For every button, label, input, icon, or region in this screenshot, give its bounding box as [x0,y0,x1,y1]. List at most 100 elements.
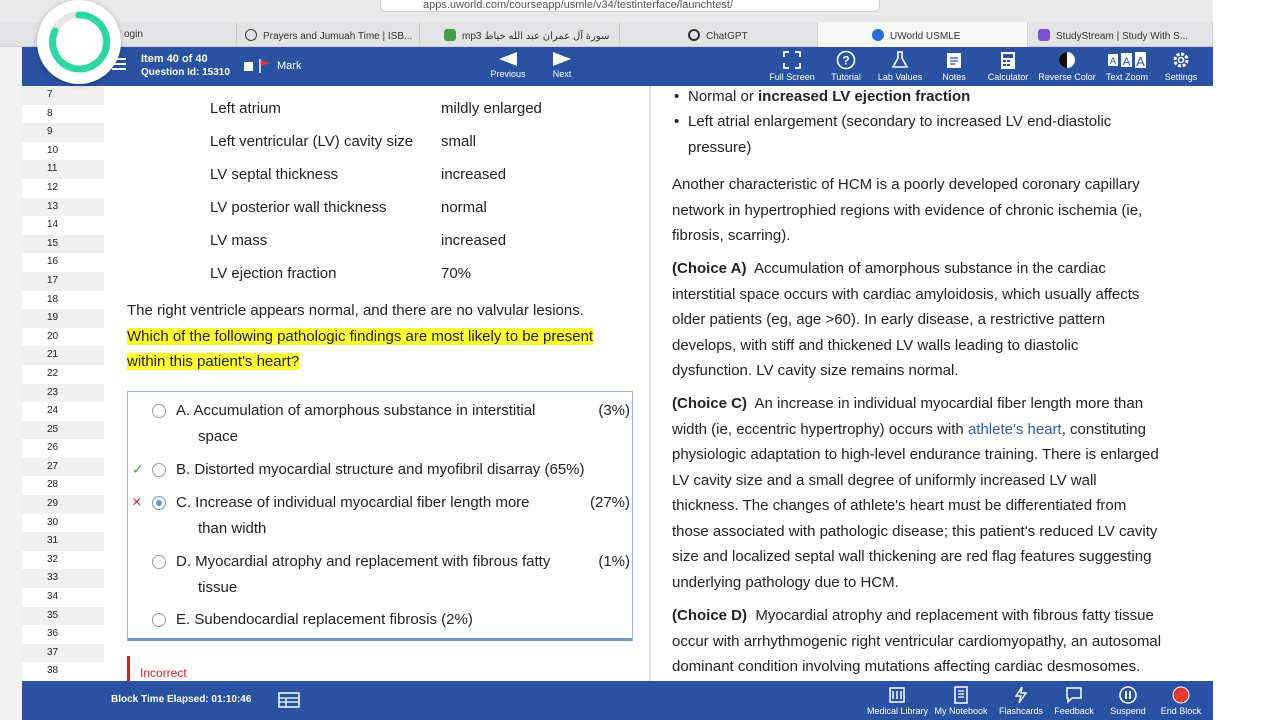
paragraph-line: Accumulation of amorphous substance in t… [753,260,1106,277]
medical-library-button[interactable]: Medical Library [867,686,929,716]
question-list-item[interactable]: 10 [22,142,104,161]
chatgpt-icon [688,29,700,41]
browser-tab[interactable]: Prayers and Jumuah Time | ISB... [237,22,420,47]
browser-tab[interactable]: mp3 سورة آل عمران عبد الله خياط [420,22,620,47]
bullet-text-bold: increased LV ejection fraction [758,88,971,105]
full-screen-button[interactable]: Full Screen [768,50,816,82]
notebook-icon [954,686,968,704]
paragraph-line: size and localized septal wall thickenin… [672,548,1152,565]
radio-button[interactable] [152,555,166,569]
question-list-item[interactable]: 15 [22,234,104,254]
question-list-item[interactable]: 26 [22,439,104,458]
radio-button[interactable] [152,613,166,627]
question-id: Question Id: 15310 [141,67,230,78]
question-list-item[interactable]: 16 [22,253,104,272]
next-button[interactable]: Next [548,51,576,79]
feedback-icon [1066,687,1082,704]
question-list-item[interactable]: 30 [22,514,104,533]
previous-button[interactable]: Previous [490,51,526,79]
question-list-item[interactable]: 11 [22,160,104,179]
bullet-text: Left atrial enlargement (secondary to in… [688,113,1112,130]
end-block-button[interactable]: End Block [1160,686,1202,716]
bullet-text: Normal or [688,88,759,105]
choice-percent: (1%) [598,553,630,570]
question-list-item[interactable]: 38 [22,662,104,681]
question-list-item[interactable]: 19 [22,309,104,328]
settings-button[interactable]: Settings [1163,50,1199,82]
lab-values-button[interactable]: Lab Values [876,50,924,82]
athletes-heart-link[interactable]: athlete's heart [968,421,1062,438]
my-notebook-button[interactable]: My Notebook [934,686,988,716]
arrow-left-icon [499,52,517,66]
question-list-item[interactable]: 28 [22,476,104,495]
question-list-item[interactable]: 23 [22,383,104,403]
question-list-item[interactable]: 29 [22,495,104,514]
svg-text:A: A [1110,56,1116,66]
paragraph-line: those associated with pathologic disease… [672,522,1158,540]
flashcards-button[interactable]: Flashcards [998,686,1044,716]
question-list-item[interactable]: 27 [22,457,104,477]
question-list-item[interactable]: 12 [22,179,104,198]
radio-button[interactable] [152,404,166,418]
echo-label: Left ventricular (LV) cavity size [210,133,414,150]
question-list-item[interactable]: 7 [22,86,104,105]
echo-label: LV septal thickness [210,166,339,183]
question-list-item[interactable]: 20 [22,328,104,347]
tab-label: ChatGPT [706,31,748,42]
question-list-item[interactable]: 25 [22,420,104,440]
item-info: Item 40 of 40 Question Id: 15310 [141,53,230,78]
paragraph-line: , constituting [1061,420,1146,438]
browser-toolbar: apps.uworld.com/courseapp/usmle/v34/test… [0,0,1280,22]
radio-button-selected[interactable] [152,496,166,510]
echo-value: small [441,133,477,150]
calculator-button[interactable]: Calculator [986,50,1030,82]
layout-icon[interactable] [278,692,300,708]
mark-button[interactable]: Mark [244,59,301,73]
explanation-bullet: Normal or increased LV ejection fraction [674,86,1188,110]
choice-line: Increase of individual myocardial fiber … [195,494,530,511]
question-list-item[interactable]: 33 [22,569,104,589]
paragraph-line: occur with arrhythmogenic right ventricu… [672,632,1162,650]
choice-percent: (27%) [589,494,630,511]
bullet-text: pressure) [688,138,752,156]
feedback-button[interactable]: Feedback [1054,686,1094,716]
address-bar[interactable]: apps.uworld.com/courseapp/usmle/v34/test… [380,0,880,12]
radio-button[interactable] [152,463,166,477]
question-list-item[interactable]: 13 [22,197,104,217]
question-list-item[interactable]: 36 [22,625,104,644]
question-list-item[interactable]: 32 [22,551,104,570]
choice-d-explanation: (Choice D) Myocardial atrophy and replac… [672,603,1202,680]
choice-text: D. Myocardial atrophy and replacement wi… [176,549,576,600]
question-list-item[interactable]: 18 [22,291,104,310]
echo-label: LV ejection fraction [210,265,337,282]
svg-text:?: ? [842,54,849,68]
text-zoom-button[interactable]: AAA Text Zoom [1105,50,1149,82]
svg-text:A: A [1123,56,1131,68]
question-list-item[interactable]: 31 [22,532,104,551]
question-list-item[interactable]: 34 [22,588,104,607]
mark-checkbox[interactable] [244,61,253,71]
reverse-color-button[interactable]: Reverse Color [1038,50,1096,82]
browser-tab[interactable]: StudyStream | Study With S... [1028,22,1213,47]
question-list-item[interactable]: 8 [22,105,104,124]
question-list-item[interactable]: 9 [22,123,104,142]
question-list-item[interactable]: 35 [22,606,104,626]
tutorial-button[interactable]: ? Tutorial [826,50,866,82]
browser-tab[interactable]: ChatGPT [620,22,818,47]
echo-label: LV posterior wall thickness [210,199,387,216]
browser-tab[interactable]: ogin [112,22,237,47]
question-panel: Left atrium mildly enlarged Left ventric… [104,86,649,681]
question-list-item[interactable]: 22 [22,365,104,384]
tab-label: StudyStream | Study With S... [1056,31,1189,42]
question-list-item[interactable]: 24 [22,402,104,421]
result-status: Incorrect [127,656,187,681]
question-list-item[interactable]: 21 [22,346,104,365]
notes-button[interactable]: Notes [940,50,968,82]
footer-label: Medical Library [867,706,929,716]
question-list-item[interactable]: 14 [22,216,104,235]
question-list-item[interactable]: 37 [22,643,104,663]
question-list-item[interactable]: 17 [22,271,104,291]
choice-letter: A. [176,402,191,419]
browser-tab-active[interactable]: UWorld USMLE [818,22,1028,47]
suspend-button[interactable]: Suspend [1109,686,1147,716]
